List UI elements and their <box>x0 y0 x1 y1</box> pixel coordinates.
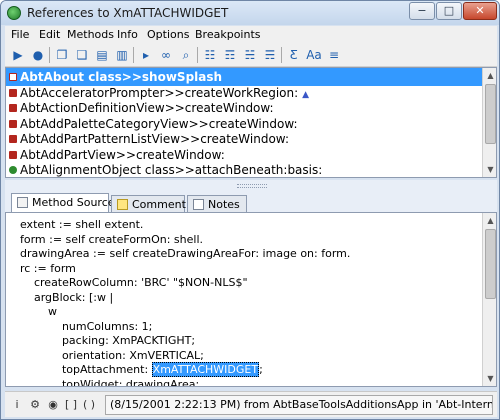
references-list[interactable]: AbtAbout class>>showSplash AbtAccelerator… <box>5 67 497 178</box>
instance-method-icon <box>9 150 17 159</box>
step-icon[interactable]: ▸ <box>137 46 155 64</box>
code-line: form := self createFormOn: shell. <box>6 232 204 246</box>
method-source-icon <box>17 197 28 208</box>
scroll-up-icon[interactable]: ▲ <box>483 68 496 83</box>
menu-bar: File Edit Methods Info Options Breakpoin… <box>5 26 497 43</box>
browse-references-icon[interactable]: ∞ <box>157 46 175 64</box>
toolbar-separator <box>281 47 282 63</box>
search-icon[interactable]: ⌕ <box>177 46 195 64</box>
code-line: extent := shell extent. <box>6 218 144 231</box>
menu-info[interactable]: Info <box>117 28 138 41</box>
scroll-up-icon[interactable]: ▲ <box>483 213 496 228</box>
instance-method-icon <box>9 104 17 112</box>
code-line: topAttachment: XmATTACHWIDGET; <box>6 362 263 377</box>
info-icon[interactable]: i <box>9 397 25 413</box>
tab-notes[interactable]: Notes <box>187 195 247 213</box>
title-bar[interactable]: References to XmATTACHWIDGET − □ ✕ <box>1 1 499 25</box>
pane-splitter[interactable] <box>5 180 497 192</box>
instance-method-icon <box>9 88 17 97</box>
toolbar-separator <box>133 47 134 63</box>
tab-label: Method Source <box>32 196 115 209</box>
window-title: References to XmATTACHWIDGET <box>27 6 229 20</box>
toolbar: ▶ ● ❐ ❑ ▤ ▥ ▸ ∞ ⌕ ☷ ☶ ☵ ☴ Ƹ Aa ≡ <box>5 43 497 67</box>
method-name: AbtAddPaletteCategoryView>>createWindow: <box>20 116 298 131</box>
code-line: argBlock: [:w | <box>6 290 114 304</box>
menu-methods[interactable]: Methods <box>67 28 114 41</box>
scroll-down-icon[interactable]: ▼ <box>483 371 496 386</box>
status-bar: i ⚙ ◉[ ]( ) (8/15/2001 2:22:13 PM) from Ab… <box>5 391 497 417</box>
code-line: packing: XmPACKTIGHT; <box>6 334 196 347</box>
code-line: drawingArea := self createDrawingAreaFor… <box>6 247 351 260</box>
code-line: orientation: XmVERTICAL; <box>6 348 204 362</box>
syntax-icon[interactable]: ≡ <box>325 46 343 64</box>
record-icon[interactable]: ● <box>29 46 47 64</box>
close-button[interactable]: ✕ <box>463 2 497 20</box>
notes-icon <box>193 199 204 210</box>
debug-icon[interactable]: ⚙ <box>27 397 43 413</box>
class-method-icon <box>9 166 17 174</box>
method-name: AbtAbout class>>showSplash <box>20 70 223 84</box>
instance-method-icon <box>9 135 17 143</box>
breakpoint-icon[interactable]: ◉ <box>45 397 61 413</box>
menu-options[interactable]: Options <box>147 28 189 41</box>
tab-method-source[interactable]: Method Source <box>11 193 115 213</box>
list-item-label: AbtAlignmentObject class>>attachBeneath:… <box>20 161 323 177</box>
code-line: topWidget: drawingArea; <box>6 377 200 387</box>
method-name: AbtAddPartView>>createWindow: <box>20 147 225 162</box>
code-line: rc := form <box>6 261 76 275</box>
class-hierarchy-icon[interactable]: ☴ <box>261 46 279 64</box>
toolbar-separator <box>49 47 50 63</box>
code-line: createRowColumn: 'BRC' "$NON-NLS$" <box>6 276 248 289</box>
implementors-icon[interactable]: ☶ <box>221 46 239 64</box>
source-tabs: Method Source Comment Notes <box>5 192 497 213</box>
instance-method-icon <box>9 119 17 128</box>
references-browser-window: References to XmATTACHWIDGET − □ ✕ File … <box>0 0 500 420</box>
method-name: AbtAddPartPatternListView>>createWindow: <box>20 132 289 146</box>
code-editor[interactable]: extent := shell extent. form := self cre… <box>5 212 497 387</box>
copy-icon[interactable]: ❐ <box>53 46 71 64</box>
list-scroll-thumb[interactable] <box>485 84 496 144</box>
tab-label: Notes <box>208 198 240 211</box>
tab-label: Comment <box>132 198 186 211</box>
menu-file[interactable]: File <box>11 28 29 41</box>
menu-edit[interactable]: Edit <box>39 28 60 41</box>
paste-icon[interactable]: ▤ <box>93 46 111 64</box>
app-icon <box>7 6 21 20</box>
menu-breakpoints[interactable]: Breakpoints <box>195 28 261 41</box>
list-vertical-scrollbar[interactable]: ▲ ▼ <box>482 68 496 177</box>
font-icon[interactable]: Aa <box>305 46 323 64</box>
splitter-grip-icon[interactable] <box>237 184 267 188</box>
instance-method-icon <box>9 73 17 81</box>
status-text: (8/15/2001 2:22:13 PM) from AbtBaseTools… <box>105 395 493 415</box>
method-name: AbtActionDefinitionView>>createWindow: <box>20 101 274 115</box>
code-line: numColumns: 1; <box>6 319 153 333</box>
run-icon[interactable]: ▶ <box>9 46 27 64</box>
braces-icon[interactable]: ( ) <box>81 397 97 413</box>
maximize-button[interactable]: □ <box>436 2 462 20</box>
list-item[interactable]: AbtAlignmentObject class>>attachBeneath:… <box>6 161 482 177</box>
comment-icon <box>117 199 128 210</box>
toolbar-separator <box>197 47 198 63</box>
code-line: w <box>6 305 57 318</box>
minimize-button[interactable]: − <box>409 2 435 20</box>
method-name: AbtAcceleratorPrompter>>createWorkRegion… <box>20 85 299 100</box>
selected-text: XmATTACHWIDGET <box>151 362 260 377</box>
copy-all-icon[interactable]: ❑ <box>73 46 91 64</box>
flag-icon: ▲ <box>302 89 310 100</box>
paste-all-icon[interactable]: ▥ <box>113 46 131 64</box>
code-scroll-thumb[interactable] <box>485 229 496 299</box>
tab-comment[interactable]: Comment <box>111 195 186 213</box>
scroll-down-icon[interactable]: ▼ <box>483 162 496 177</box>
hierarchy-icon[interactable]: ☷ <box>201 46 219 64</box>
code-vertical-scrollbar[interactable]: ▲ ▼ <box>482 213 496 386</box>
senders-icon[interactable]: ☵ <box>241 46 259 64</box>
brackets-icon[interactable]: [ ] <box>63 397 79 413</box>
format-icon[interactable]: Ƹ <box>285 46 303 64</box>
method-name: AbtAlignmentObject class>>attachBeneath:… <box>20 163 323 177</box>
